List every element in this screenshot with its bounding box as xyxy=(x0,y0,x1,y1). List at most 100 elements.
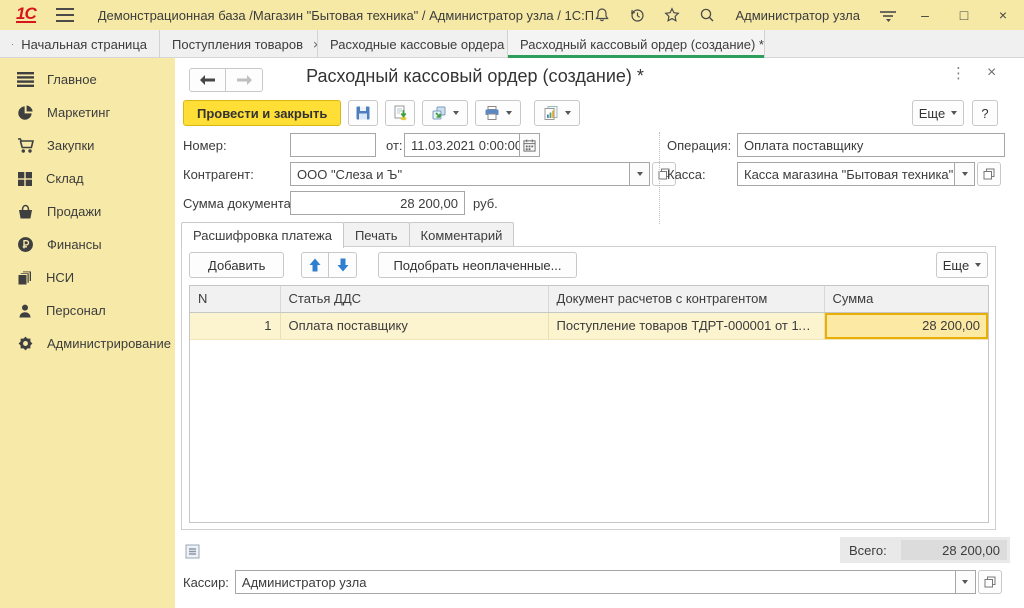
window-kebab-menu-icon[interactable]: ⋮ xyxy=(951,64,966,82)
tab-comment[interactable]: Комментарий xyxy=(409,222,515,247)
sections-sidebar: Главное Маркетинг Закупки Склад Продажи … xyxy=(0,58,175,608)
tab-cash-expense-order-new[interactable]: Расходный кассовый ордер (создание) * × xyxy=(508,30,765,58)
sidebar-item-label: НСИ xyxy=(46,270,74,285)
1c-logo: 1С xyxy=(16,6,36,23)
sidebar-item-warehouse[interactable]: Склад xyxy=(0,162,175,195)
tab-goods-receipts[interactable]: Поступления товаров × xyxy=(160,30,318,58)
sidebar-item-marketing[interactable]: Маркетинг xyxy=(0,96,175,129)
notifications-bell-icon[interactable] xyxy=(593,6,611,24)
cell-settlement-doc[interactable]: Поступление товаров ТДРТ-000001 от 11.03… xyxy=(548,312,824,339)
tab-label: Поступления товаров xyxy=(172,37,303,52)
1c-enterprise-window: 1С Демонстрационная база /Магазин "Бытов… xyxy=(0,0,1024,608)
calendar-button[interactable] xyxy=(520,133,540,157)
cashbox-open-button[interactable] xyxy=(977,162,1001,186)
history-icon[interactable] xyxy=(628,6,646,24)
dropdown-caret-icon xyxy=(637,172,643,176)
create-based-on-button[interactable] xyxy=(422,100,468,126)
cashbox-dropdown-button[interactable] xyxy=(955,162,975,186)
reports-button[interactable] xyxy=(534,100,580,126)
counterparty-input[interactable]: ООО "Слеза и Ъ" xyxy=(290,162,630,186)
cell-dds[interactable]: Оплата поставщику xyxy=(280,312,548,339)
cashier-input[interactable]: Администратор узла xyxy=(235,570,956,594)
add-row-button[interactable]: Добавить xyxy=(189,252,284,278)
print-button[interactable] xyxy=(475,100,521,126)
counterparty-label: Контрагент: xyxy=(183,162,254,186)
documents-stack-icon xyxy=(17,270,33,286)
titlebar: 1С Демонстрационная база /Магазин "Бытов… xyxy=(0,0,1024,30)
sidebar-item-nsi[interactable]: НСИ xyxy=(0,261,175,294)
counterparty-dropdown-button[interactable] xyxy=(630,162,650,186)
help-button[interactable]: ? xyxy=(972,100,998,126)
tab-payment-details[interactable]: Расшифровка платежа xyxy=(181,222,344,248)
document-title: Расходный кассовый ордер (создание) * xyxy=(285,66,665,87)
maximize-button[interactable]: □ xyxy=(953,7,975,23)
number-input[interactable] xyxy=(290,133,376,157)
back-button[interactable] xyxy=(189,68,226,92)
minimize-button[interactable]: – xyxy=(914,7,936,23)
pick-unpaid-button[interactable]: Подобрать неоплаченные... xyxy=(378,252,576,278)
current-user[interactable]: Администратор узла xyxy=(735,8,860,23)
cell-sum-selected[interactable]: 28 200,00 xyxy=(824,312,988,339)
post-and-close-button[interactable]: Провести и закрыть xyxy=(183,100,341,126)
operation-label: Операция: xyxy=(667,133,731,157)
search-icon[interactable] xyxy=(698,6,716,24)
date-input[interactable]: 11.03.2021 0:00:00 xyxy=(404,133,520,157)
sidebar-item-administration[interactable]: Администрирование xyxy=(0,327,175,360)
more-button-top[interactable]: Еще xyxy=(912,100,964,126)
column-header-sum[interactable]: Сумма xyxy=(824,286,988,312)
arrow-down-icon xyxy=(337,258,349,272)
cashier-open-button[interactable] xyxy=(978,570,1002,594)
more-button-table[interactable]: Еще xyxy=(936,252,988,278)
move-row-buttons xyxy=(301,252,357,278)
column-header-dds[interactable]: Статья ДДС xyxy=(280,286,548,312)
document-close-icon[interactable]: × xyxy=(987,64,996,82)
move-row-down-button[interactable] xyxy=(329,252,357,278)
tab-print[interactable]: Печать xyxy=(343,222,410,247)
basket-icon xyxy=(17,204,34,220)
cashbox-field: Касса магазина "Бытовая техника" xyxy=(737,162,1001,186)
more-label: Еще xyxy=(943,258,969,273)
footer-list-icon[interactable] xyxy=(185,544,200,562)
close-window-button[interactable]: × xyxy=(992,7,1014,23)
total-label: Всего: xyxy=(849,543,887,558)
report-icon xyxy=(543,105,559,121)
main-menu-icon[interactable] xyxy=(56,6,74,24)
sidebar-item-personnel[interactable]: Персонал xyxy=(0,294,175,327)
titlebar-right: Администратор узла – □ × xyxy=(593,6,1014,24)
tab-home[interactable]: Начальная страница xyxy=(0,30,160,58)
sidebar-item-label: Персонал xyxy=(46,303,106,318)
post-document-button[interactable] xyxy=(385,100,415,126)
cashbox-input[interactable]: Касса магазина "Бытовая техника" xyxy=(737,162,955,186)
cashier-dropdown-button[interactable] xyxy=(956,570,976,594)
ruble-icon xyxy=(17,236,34,253)
sidebar-item-label: Финансы xyxy=(47,237,102,252)
move-row-up-button[interactable] xyxy=(301,252,329,278)
column-header-n[interactable]: N xyxy=(190,286,280,312)
favorites-star-icon[interactable] xyxy=(663,6,681,24)
save-button[interactable] xyxy=(348,100,378,126)
arrow-right-icon xyxy=(237,75,252,85)
forward-button[interactable] xyxy=(226,68,263,92)
home-icon xyxy=(12,38,13,51)
payment-details-panel: Добавить Подобрать неоплаченные... Еще xyxy=(181,246,996,530)
sidebar-item-main[interactable]: Главное xyxy=(0,63,175,96)
sidebar-item-label: Главное xyxy=(47,72,97,87)
table-row[interactable]: 1 Оплата поставщику Поступление товаров … xyxy=(190,312,988,339)
sidebar-item-sales[interactable]: Продажи xyxy=(0,195,175,228)
tab-label: Начальная страница xyxy=(21,37,147,52)
floppy-save-icon xyxy=(355,105,371,121)
cashier-label: Кассир: xyxy=(183,575,229,590)
payment-details-table: N Статья ДДС Документ расчетов с контраг… xyxy=(189,285,989,523)
dropdown-caret-icon xyxy=(975,263,981,267)
total-box: Всего: 28 200,00 xyxy=(840,537,1010,563)
detail-tabs: Расшифровка платежа Печать Комментарий xyxy=(181,222,513,247)
service-settings-icon[interactable] xyxy=(879,6,897,24)
column-header-settlement-doc[interactable]: Документ расчетов с контрагентом xyxy=(548,286,824,312)
cell-n[interactable]: 1 xyxy=(190,312,280,339)
sidebar-item-finance[interactable]: Финансы xyxy=(0,228,175,261)
sidebar-item-label: Закупки xyxy=(47,138,94,153)
tab-cash-expense-orders[interactable]: Расходные кассовые ордера × xyxy=(318,30,508,58)
operation-input[interactable]: Оплата поставщику xyxy=(737,133,1005,157)
sidebar-item-purchases[interactable]: Закупки xyxy=(0,129,175,162)
amount-input[interactable]: 28 200,00 xyxy=(290,191,465,215)
